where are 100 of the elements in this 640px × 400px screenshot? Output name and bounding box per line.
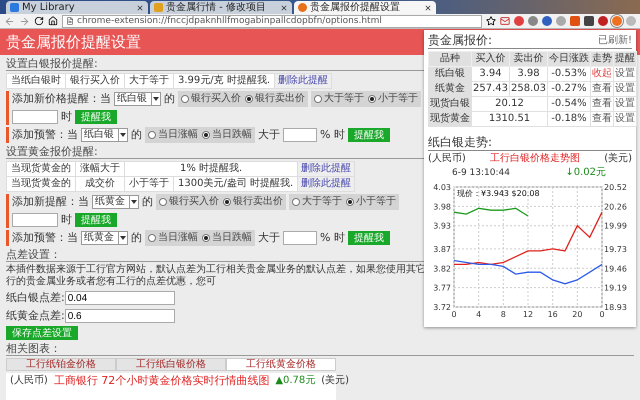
table-cell: 当现货黄金的 xyxy=(6,162,76,176)
caret-icon xyxy=(129,196,138,208)
popup-title: 贵金属报价: xyxy=(428,33,492,47)
mail-icon[interactable] xyxy=(500,16,510,26)
delete-link[interactable]: 删除此提醒 xyxy=(298,162,355,176)
table-cell: 涨幅大于 xyxy=(76,162,124,176)
radio-button[interactable] xyxy=(223,198,231,206)
input-field[interactable] xyxy=(283,128,317,142)
home-icon[interactable] xyxy=(48,16,58,26)
delete-link[interactable]: 删除此提醒 xyxy=(298,176,355,192)
table-cell: 258.03 xyxy=(510,82,548,96)
column-header: 今日涨跌 xyxy=(548,52,590,66)
radio-option[interactable]: 银行买入价 xyxy=(181,91,241,107)
radio-option[interactable]: 当日跌幅 xyxy=(202,230,252,246)
star-icon[interactable] xyxy=(486,16,496,26)
dropdown[interactable]: 纸黄金 xyxy=(81,231,128,245)
radio-option[interactable]: 当日涨幅 xyxy=(148,127,198,143)
section-title: 设置白银报价提醒: xyxy=(6,57,98,70)
axis-label: 8 xyxy=(500,310,506,319)
radio-button[interactable] xyxy=(245,95,253,103)
axis-label: 0 xyxy=(451,310,457,319)
form-label: 添加预警：当 xyxy=(12,230,78,246)
favicon-icon xyxy=(10,3,19,12)
table-cell: 现货黄金 xyxy=(428,112,472,126)
form-text: 的 xyxy=(131,127,142,143)
table-cell: 当纸白银时 xyxy=(6,74,66,88)
axis-label: 3.72 xyxy=(433,303,451,312)
dropdown[interactable]: 纸白银 xyxy=(114,92,161,106)
radio-option[interactable]: 银行卖出价 xyxy=(245,91,305,107)
section-title: 点差设置： xyxy=(6,248,61,261)
axis-label: 3.82 xyxy=(433,264,451,274)
radio-option[interactable]: 小于等于 xyxy=(368,91,418,107)
axis-label: 4.03 xyxy=(433,183,451,192)
radio-button[interactable] xyxy=(181,95,189,103)
input-field[interactable]: 0.6 xyxy=(64,309,175,323)
browser-tab[interactable]: 贵金属报价提醒设置 xyxy=(294,1,436,14)
axis-label: 16 xyxy=(548,310,558,319)
forward-icon[interactable] xyxy=(19,16,30,26)
axis-label: 3.98 xyxy=(433,202,451,212)
input-field[interactable] xyxy=(12,110,58,124)
table-cell: 当现货黄金的 xyxy=(6,176,76,192)
chart-tab[interactable]: 工行纸黄金价格 xyxy=(226,358,336,371)
radio-button[interactable] xyxy=(314,95,322,103)
favicon-icon xyxy=(298,3,307,12)
field-label: 纸黄金点差: xyxy=(6,308,65,324)
radio-option[interactable]: 当日涨幅 xyxy=(148,230,198,246)
radio-button[interactable] xyxy=(148,234,156,242)
input-field[interactable]: 0.04 xyxy=(64,291,175,305)
radio-button[interactable] xyxy=(202,234,210,242)
unit-label: (美元) xyxy=(604,153,632,165)
input-field[interactable] xyxy=(283,231,317,245)
axis-label: 12 xyxy=(522,310,534,319)
radio-option[interactable]: 大于等于 xyxy=(292,194,342,210)
radio-button[interactable] xyxy=(159,198,167,206)
chart-tab[interactable]: 工行纸白银价格 xyxy=(116,358,226,371)
browser-tab[interactable]: 贵金属行情 - 修改项目 xyxy=(150,1,292,14)
radio-button[interactable] xyxy=(292,198,300,206)
radio-option[interactable]: 当日跌幅 xyxy=(202,127,252,143)
axis-label: 19.73 xyxy=(604,244,627,254)
reload-icon[interactable] xyxy=(34,16,44,26)
form-text: 时 xyxy=(61,212,72,228)
axis-label: 19.99 xyxy=(604,222,627,231)
form-text: % 时 xyxy=(320,230,345,246)
close-icon[interactable] xyxy=(424,4,432,12)
table-cell: 大于等于 xyxy=(124,74,174,88)
chart-tab[interactable]: 工行纸铂金价格 xyxy=(6,358,116,371)
input-field[interactable] xyxy=(12,213,58,227)
price-change: ↓0.02元 xyxy=(565,167,606,179)
table-cell: 银行买入价 xyxy=(66,74,124,88)
favicon-icon xyxy=(154,3,163,12)
delete-link[interactable]: 删除此提醒 xyxy=(274,74,332,88)
close-icon[interactable] xyxy=(280,4,288,12)
dropdown[interactable]: 纸白银 xyxy=(81,128,128,142)
radio-button[interactable] xyxy=(368,95,376,103)
radio-button[interactable] xyxy=(202,131,210,139)
table-cell: 现货白银 xyxy=(428,96,472,112)
radio-button[interactable] xyxy=(148,131,156,139)
page-icon xyxy=(66,17,74,25)
radio-option[interactable]: 银行卖出价 xyxy=(223,194,283,210)
address-bar[interactable]: chrome-extension://fnccjdpaknhllfmogabinpallcdopbfn/options.html xyxy=(62,14,482,28)
dropdown[interactable]: 纸黄金 xyxy=(92,195,139,209)
radio-button[interactable] xyxy=(346,198,354,206)
browser-tab[interactable]: My Library xyxy=(6,1,148,14)
axis-label: 20.52 xyxy=(604,183,627,192)
chart-title: 工行白银价格走势图 xyxy=(490,153,580,165)
radio-option[interactable]: 小于等于 xyxy=(346,194,396,210)
timestamp: 6-9 13:10:44 xyxy=(452,167,510,179)
form-label: 添加新提醒：当 xyxy=(12,194,89,210)
radio-option[interactable]: 大于等于 xyxy=(314,91,364,107)
close-icon[interactable] xyxy=(136,4,144,12)
table-cell: 纸白银 xyxy=(428,66,472,82)
back-icon[interactable] xyxy=(4,16,15,26)
table-cell: -0.18% xyxy=(548,112,590,126)
radio-option[interactable]: 银行买入价 xyxy=(159,194,219,210)
section-title: 设置黄金报价提醒: xyxy=(6,145,98,158)
axis-label: 20 xyxy=(572,310,582,319)
axis-label: 19.46 xyxy=(604,264,627,274)
field-label: 纸白银点差: xyxy=(6,290,65,306)
axis-label: 19.19 xyxy=(604,284,627,293)
table-cell: 257.43 xyxy=(472,82,510,96)
